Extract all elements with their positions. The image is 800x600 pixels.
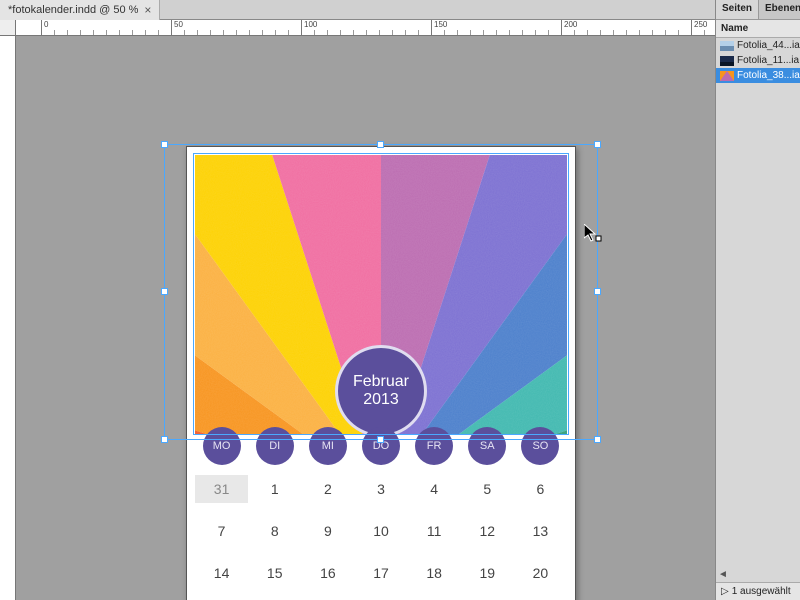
calendar-grid: 311234567891011121314151617181920 xyxy=(195,475,567,587)
disclosure-icon[interactable]: ▷ xyxy=(721,586,729,597)
tab-bar: *fotokalender.indd @ 50 % × xyxy=(0,0,800,20)
calendar-cell: 1 xyxy=(248,475,301,503)
calendar-cell: 20 xyxy=(514,559,567,587)
links-list: Fotolia_44...ia Fotolia_11...ia Fotolia_… xyxy=(716,38,800,83)
link-item[interactable]: Fotolia_44...ia xyxy=(716,38,800,53)
calendar-cell: 10 xyxy=(354,517,407,545)
calendar-cell: 15 xyxy=(248,559,301,587)
thumbnail-icon xyxy=(720,41,734,51)
calendar-cell: 18 xyxy=(408,559,461,587)
panel-column-header: Name xyxy=(716,20,800,38)
panel-tabs: Seiten Ebenen xyxy=(716,0,800,20)
ruler-horizontal[interactable]: 050100150200250 xyxy=(16,20,715,36)
calendar-cell: 2 xyxy=(301,475,354,503)
links-panel: Seiten Ebenen Name Fotolia_44...ia Fotol… xyxy=(715,0,800,600)
calendar-cell: 7 xyxy=(195,517,248,545)
document-tab[interactable]: *fotokalender.indd @ 50 % × xyxy=(0,0,160,20)
link-label: Fotolia_11...ia xyxy=(737,55,799,66)
scroll-left-icon[interactable]: ◄ xyxy=(718,569,728,580)
link-item[interactable]: Fotolia_38...ia xyxy=(716,68,800,83)
thumbnail-icon xyxy=(720,71,734,81)
ruler-vertical[interactable] xyxy=(0,20,16,600)
calendar-cell: 11 xyxy=(408,517,461,545)
calendar-cell: 12 xyxy=(461,517,514,545)
panel-footer: ▷ 1 ausgewählt xyxy=(716,582,800,600)
calendar-cell: 5 xyxy=(461,475,514,503)
calendar-cell: 17 xyxy=(354,559,407,587)
link-item[interactable]: Fotolia_11...ia xyxy=(716,53,800,68)
calendar-cell: 6 xyxy=(514,475,567,503)
thumbnail-icon xyxy=(720,56,734,66)
ruler-tick: 50 xyxy=(171,20,183,36)
calendar-cell: 4 xyxy=(408,475,461,503)
calendar-cell: 16 xyxy=(301,559,354,587)
calendar-cell: 8 xyxy=(248,517,301,545)
document-tab-title: *fotokalender.indd @ 50 % xyxy=(8,4,138,16)
link-label: Fotolia_44...ia xyxy=(737,40,800,51)
calendar-cell: 14 xyxy=(195,559,248,587)
calendar-cell: 9 xyxy=(301,517,354,545)
calendar-cell: 19 xyxy=(461,559,514,587)
inner-frame xyxy=(193,153,569,435)
tab-seiten[interactable]: Seiten xyxy=(716,0,759,19)
link-label: Fotolia_38...ia xyxy=(737,70,800,81)
calendar-cell: 3 xyxy=(354,475,407,503)
calendar-cell: 31 xyxy=(195,475,248,503)
calendar-cell: 13 xyxy=(514,517,567,545)
ruler-tick: 0 xyxy=(41,20,48,36)
ruler-corner xyxy=(0,20,16,36)
canvas[interactable]: Februar 2013 MODIMIDOFRSASO 311234567891… xyxy=(16,36,715,600)
tab-ebenen[interactable]: Ebenen xyxy=(759,0,800,19)
selection-count: 1 ausgewählt xyxy=(732,586,791,597)
close-icon[interactable]: × xyxy=(144,3,151,17)
